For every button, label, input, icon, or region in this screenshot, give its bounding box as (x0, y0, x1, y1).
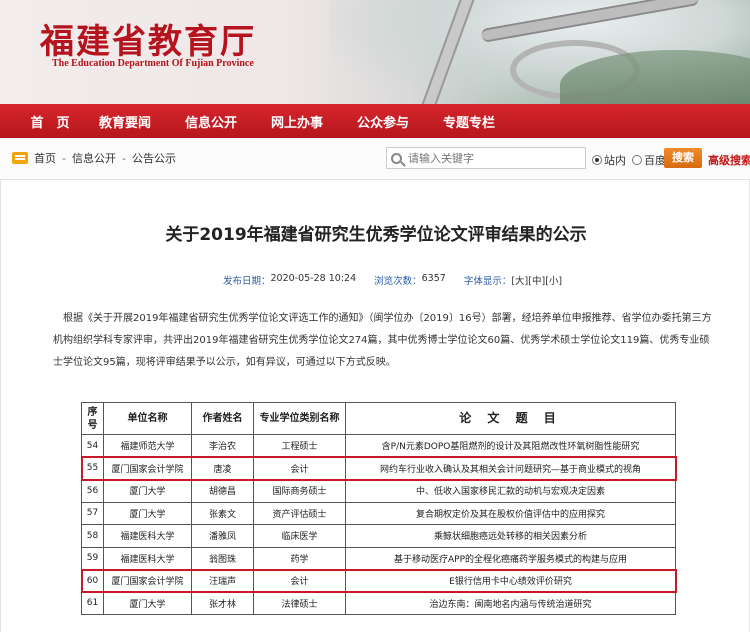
breadcrumb: 首页 - 信息公开 - 公告公示 (12, 150, 176, 166)
font-size-large[interactable]: [大] (511, 273, 528, 287)
cell-author: 汪瑞声 (191, 569, 254, 593)
table-row: 55 厦门国家会计学院 唐凌 会计 网约车行业收入确认及其相关会计问题研究—基于商业模式… (80, 456, 677, 481)
header-author: 作者姓名 (191, 402, 254, 435)
cell-unit: 厦门国家会计学院 (103, 569, 192, 593)
header-topic: 论 文 题 目 (345, 402, 676, 435)
breadcrumb-announcements[interactable]: 公告公示 (132, 150, 176, 166)
cell-topic: 网约车行业收入确认及其相关会计问题研究—基于商业模式的视角 (345, 456, 676, 480)
table-row: 58 福建医科大学 潘雅凤 临床医学 乘鲸状细胞癌远处转移的相关因素分析 (81, 524, 676, 548)
article-meta: 发布日期： 2020-05-28 10:24 浏览次数： 6357 字体显示： … (223, 273, 562, 287)
nav-item-topics[interactable]: 专题专栏 (426, 112, 512, 131)
cell-category: 工程硕士 (253, 434, 346, 458)
table-row: 61 厦门大学 张才林 法律硕士 治边东南：闽南地名内涵与传统治道研究 (81, 591, 676, 615)
header-unit: 单位名称 (103, 402, 192, 435)
cell-no: 54 (81, 434, 104, 458)
article: 关于2019年福建省研究生优秀学位论文评审结果的公示 发布日期： 2020-05… (0, 180, 750, 632)
search-scope: 站内 百度 (592, 152, 672, 168)
breadcrumb-info-public[interactable]: 信息公开 (72, 150, 116, 166)
table-row: 57 厦门大学 张素文 资产评估硕士 复合期权定价及其在股权价值评估中的应用探究 (81, 501, 676, 525)
advanced-search-link[interactable]: 高级搜索 (708, 152, 750, 168)
nav-item-online-service[interactable]: 网上办事 (254, 112, 340, 131)
cell-category: 资产评估硕士 (253, 501, 346, 525)
article-paragraph: 根据《关于开展2019年福建省研究生优秀学位论文评选工作的通知》（闽学位办〔20… (53, 313, 712, 368)
font-size-label: 字体显示： (463, 276, 512, 287)
radio-baidu-label: 百度 (644, 154, 666, 167)
results-table: 序号 单位名称 作者姓名 专业学位类别名称 论 文 题 目 54 福建师范大学 李治… (80, 402, 677, 615)
nav-item-home[interactable]: 首 页 (18, 112, 82, 131)
header-banner: 福建省教育厅 The Education Department Of Fujia… (0, 0, 750, 104)
table-row: 56 厦门大学 胡德昌 国际商务硕士 中、低收入国家移民汇款的动机与宏观决定因素 (81, 479, 676, 503)
radio-site[interactable] (592, 155, 602, 165)
cell-category: 会计 (253, 569, 346, 593)
nav-item-news[interactable]: 教育要闻 (82, 112, 168, 131)
cell-author: 潘雅凤 (191, 524, 254, 548)
search-button[interactable]: 搜索 (664, 148, 702, 168)
site-logo-title[interactable]: 福建省教育厅 (40, 14, 256, 63)
breadcrumb-separator: - (62, 151, 66, 165)
cell-topic: 治边东南：闽南地名内涵与传统治道研究 (345, 591, 676, 615)
header-no: 序号 (81, 402, 104, 435)
cell-topic: 含P/N元素DOPO基阻燃剂的设计及其阻燃改性环氧树脂性能研究 (345, 434, 676, 458)
search-icon (391, 152, 402, 164)
cell-unit: 厦门大学 (103, 501, 192, 525)
cell-unit: 厦门大学 (103, 479, 192, 503)
cell-topic: 中、低收入国家移民汇款的动机与宏观决定因素 (345, 479, 676, 503)
cell-topic: 复合期权定价及其在股权价值评估中的应用探究 (345, 501, 676, 525)
cell-no: 59 (81, 546, 104, 570)
breadcrumb-search-bar: 首页 - 信息公开 - 公告公示 站内 百度 搜索 高级搜索 (0, 138, 750, 180)
cell-unit: 福建医科大学 (103, 524, 192, 548)
search-input[interactable] (408, 151, 578, 165)
main-nav: 首 页 教育要闻 信息公开 网上办事 公众参与 专题专栏 (0, 104, 750, 138)
cell-category: 临床医学 (253, 524, 346, 548)
table-row: 59 福建医科大学 翁图珠 药学 基于移动医疗APP的全程化癌痛药学服务模式的构建与应用 (81, 546, 676, 570)
cell-category: 药学 (253, 546, 346, 570)
table-header-row: 序号 单位名称 作者姓名 专业学位类别名称 论 文 题 目 (81, 402, 676, 435)
cell-author: 胡德昌 (191, 479, 254, 503)
cell-category: 会计 (253, 456, 346, 480)
cell-no: 60 (81, 569, 104, 593)
breadcrumb-home[interactable]: 首页 (34, 150, 56, 166)
header-category: 专业学位类别名称 (253, 402, 346, 435)
cell-unit: 福建医科大学 (103, 546, 192, 570)
views-label: 浏览次数： (374, 276, 422, 287)
radio-site-label: 站内 (604, 154, 626, 167)
search-box (386, 147, 586, 169)
font-size-small[interactable]: [小] (545, 273, 562, 287)
cell-no: 57 (81, 501, 104, 525)
publish-date-label: 发布日期： (223, 276, 271, 287)
cell-unit: 厦门国家会计学院 (103, 456, 192, 480)
table-row: 54 福建师范大学 李治农 工程硕士 含P/N元素DOPO基阻燃剂的设计及其阻燃改性环氧… (81, 434, 676, 458)
radio-baidu[interactable] (632, 155, 642, 165)
cell-unit: 福建师范大学 (103, 434, 192, 458)
cell-no: 55 (81, 456, 104, 480)
views-count: 6357 (421, 273, 446, 284)
nav-item-participation[interactable]: 公众参与 (340, 112, 426, 131)
site-logo-subtitle: The Education Department Of Fujian Provi… (52, 58, 254, 69)
home-icon (12, 152, 28, 164)
nav-item-info-public[interactable]: 信息公开 (168, 112, 254, 131)
cell-no: 56 (81, 479, 104, 503)
cell-author: 张素文 (191, 501, 254, 525)
cell-category: 国际商务硕士 (253, 479, 346, 503)
publish-date: 2020-05-28 10:24 (270, 273, 357, 284)
cell-topic: 乘鲸状细胞癌远处转移的相关因素分析 (345, 524, 676, 548)
cell-no: 61 (81, 591, 104, 615)
cell-category: 法律硕士 (253, 591, 346, 615)
cell-unit: 厦门大学 (103, 591, 192, 615)
breadcrumb-separator: - (121, 151, 126, 165)
cell-author: 张才林 (191, 591, 254, 615)
cell-author: 翁图珠 (191, 546, 254, 570)
font-size-medium[interactable]: [中] (528, 273, 545, 287)
cell-topic: 基于移动医疗APP的全程化癌痛药学服务模式的构建与应用 (345, 546, 676, 570)
cell-author: 李治农 (191, 434, 254, 458)
article-title: 关于2019年福建省研究生优秀学位论文评审结果的公示 (165, 225, 587, 245)
cell-author: 唐凌 (191, 456, 254, 480)
cell-topic: E银行信用卡中心绩效评价研究 (345, 569, 676, 593)
cell-no: 58 (81, 524, 104, 548)
table-row: 60 厦门国家会计学院 汪瑞声 会计 E银行信用卡中心绩效评价研究 (80, 568, 677, 593)
